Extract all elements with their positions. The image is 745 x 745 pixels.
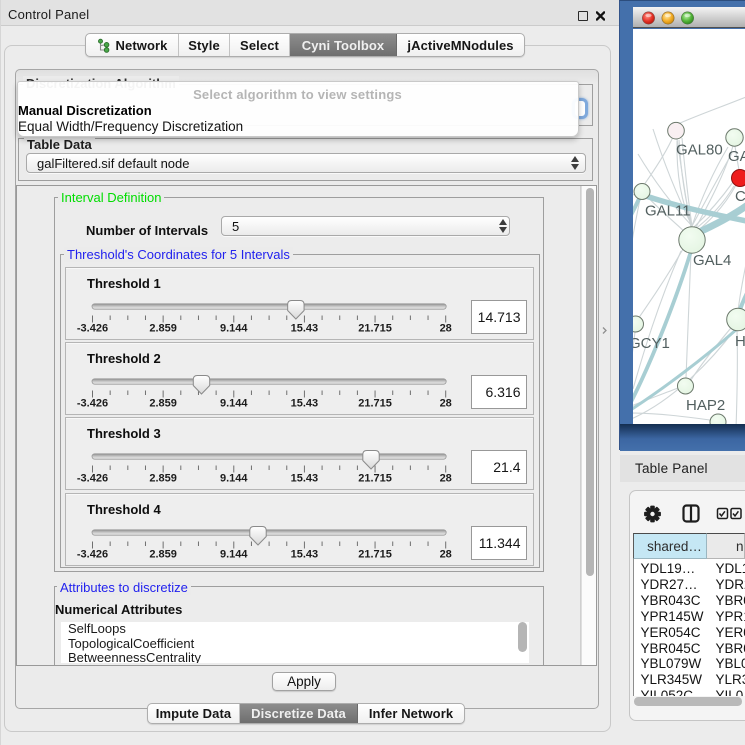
svg-text:21.715: 21.715 bbox=[358, 398, 392, 410]
svg-text:GAL4: GAL4 bbox=[693, 252, 731, 269]
svg-text:2.859: 2.859 bbox=[149, 398, 177, 410]
svg-text:GAL11: GAL11 bbox=[645, 203, 691, 220]
svg-text:C: C bbox=[735, 188, 745, 205]
svg-text:H: H bbox=[735, 333, 745, 350]
svg-text:2.859: 2.859 bbox=[149, 473, 177, 485]
svg-text:9.144: 9.144 bbox=[220, 473, 248, 485]
svg-text:-3.426: -3.426 bbox=[77, 323, 108, 335]
svg-text:15.43: 15.43 bbox=[291, 549, 319, 561]
svg-text:15.43: 15.43 bbox=[291, 323, 319, 335]
svg-text:-3.426: -3.426 bbox=[77, 473, 108, 485]
svg-text:HAP2: HAP2 bbox=[686, 397, 725, 414]
svg-text:-3.426: -3.426 bbox=[77, 398, 108, 410]
svg-text:2.859: 2.859 bbox=[149, 323, 177, 335]
svg-text:GCY1: GCY1 bbox=[633, 335, 670, 352]
svg-text:GAL80: GAL80 bbox=[676, 142, 723, 159]
svg-text:9.144: 9.144 bbox=[220, 398, 248, 410]
svg-text:GA: GA bbox=[728, 148, 745, 165]
svg-text:28: 28 bbox=[440, 323, 452, 335]
svg-text:21.715: 21.715 bbox=[358, 323, 392, 335]
svg-text:9.144: 9.144 bbox=[220, 323, 248, 335]
svg-text:21.715: 21.715 bbox=[358, 549, 392, 561]
svg-text:-3.426: -3.426 bbox=[77, 549, 108, 561]
svg-text:28: 28 bbox=[440, 398, 452, 410]
svg-text:28: 28 bbox=[440, 473, 452, 485]
svg-text:15.43: 15.43 bbox=[291, 473, 319, 485]
svg-text:15.43: 15.43 bbox=[291, 398, 319, 410]
svg-text:9.144: 9.144 bbox=[220, 549, 248, 561]
svg-text:28: 28 bbox=[440, 549, 452, 561]
svg-text:2.859: 2.859 bbox=[149, 549, 177, 561]
svg-text:21.715: 21.715 bbox=[358, 473, 392, 485]
